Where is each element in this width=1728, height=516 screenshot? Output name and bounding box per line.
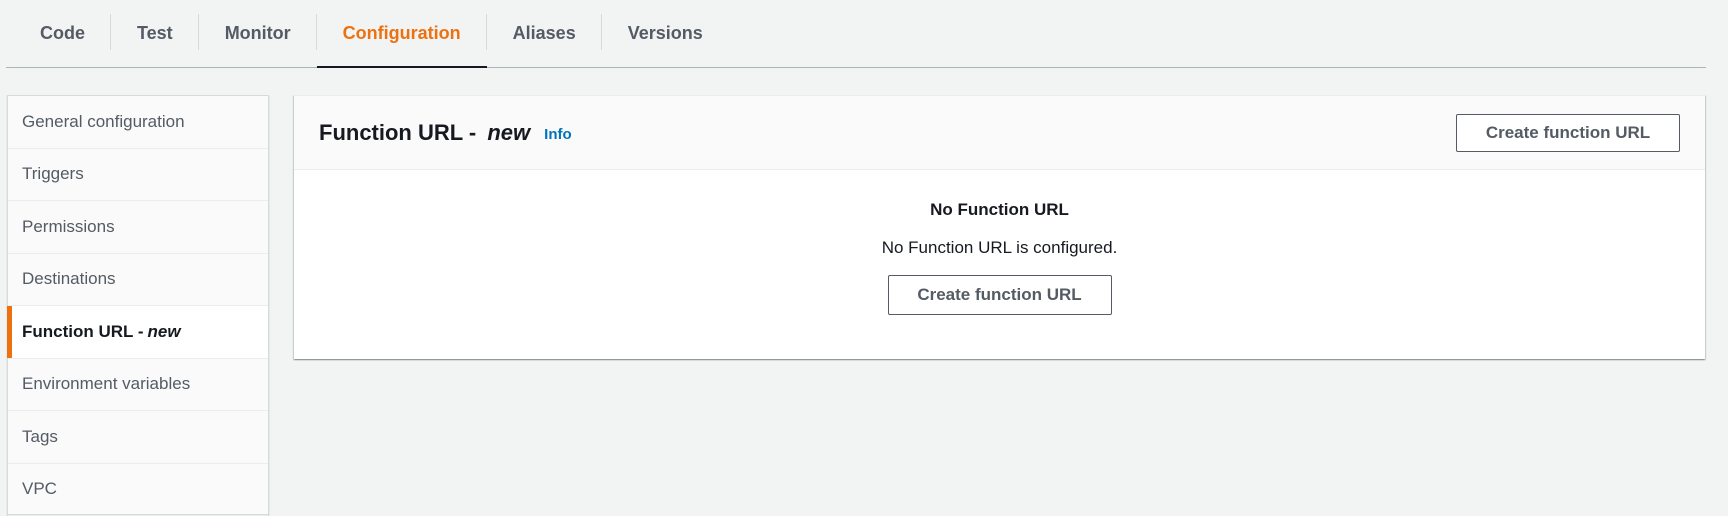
tab-bar: Code Test Monitor Configuration Aliases … <box>6 0 1706 68</box>
function-url-panel: Function URL - new Info Create function … <box>294 95 1705 359</box>
sidebar-item-vpc[interactable]: VPC <box>8 464 268 516</box>
sidebar-item-label: Destinations <box>22 269 116 289</box>
info-link[interactable]: Info <box>544 122 572 143</box>
empty-state: No Function URL No Function URL is confi… <box>294 170 1705 315</box>
tab-label: Versions <box>628 23 703 44</box>
sidebar-item-label: General configuration <box>22 112 185 132</box>
sidebar-item-destinations[interactable]: Destinations <box>8 254 268 307</box>
empty-create-function-url-button[interactable]: Create function URL <box>888 275 1112 315</box>
tab-configuration[interactable]: Configuration <box>317 0 487 67</box>
sidebar-item-label: Function URL - <box>22 322 144 342</box>
panel-title: Function URL - new <box>319 120 530 146</box>
sidebar-item-tags[interactable]: Tags <box>8 411 268 464</box>
tab-label: Aliases <box>513 23 576 44</box>
sidebar-item-label: VPC <box>22 479 57 499</box>
tab-label: Configuration <box>343 23 461 44</box>
tab-test[interactable]: Test <box>111 0 199 67</box>
tab-label: Test <box>137 23 173 44</box>
panel-title-text: Function URL - <box>319 120 476 145</box>
create-function-url-button[interactable]: Create function URL <box>1456 114 1680 152</box>
sidebar-item-label: Triggers <box>22 164 84 184</box>
sidebar-item-label: Environment variables <box>22 374 190 394</box>
tab-aliases[interactable]: Aliases <box>487 0 602 67</box>
sidebar-item-permissions[interactable]: Permissions <box>8 201 268 254</box>
sidebar-item-general-configuration[interactable]: General configuration <box>8 96 268 149</box>
tab-label: Code <box>40 23 85 44</box>
configuration-sidebar: General configuration Triggers Permissio… <box>7 95 269 515</box>
panel-header: Function URL - new Info Create function … <box>294 96 1705 170</box>
sidebar-item-label: Permissions <box>22 217 115 237</box>
sidebar-item-environment-variables[interactable]: Environment variables <box>8 359 268 412</box>
sidebar-item-triggers[interactable]: Triggers <box>8 149 268 202</box>
empty-state-description: No Function URL is configured. <box>294 238 1705 258</box>
new-tag: new <box>148 322 181 342</box>
tab-monitor[interactable]: Monitor <box>199 0 317 67</box>
empty-state-title: No Function URL <box>294 200 1705 220</box>
sidebar-item-function-url[interactable]: Function URL - new <box>8 306 268 359</box>
tab-versions[interactable]: Versions <box>602 0 729 67</box>
panel-title-new-tag: new <box>487 120 530 145</box>
tab-code[interactable]: Code <box>14 0 111 67</box>
tab-label: Monitor <box>225 23 291 44</box>
sidebar-item-label: Tags <box>22 427 58 447</box>
